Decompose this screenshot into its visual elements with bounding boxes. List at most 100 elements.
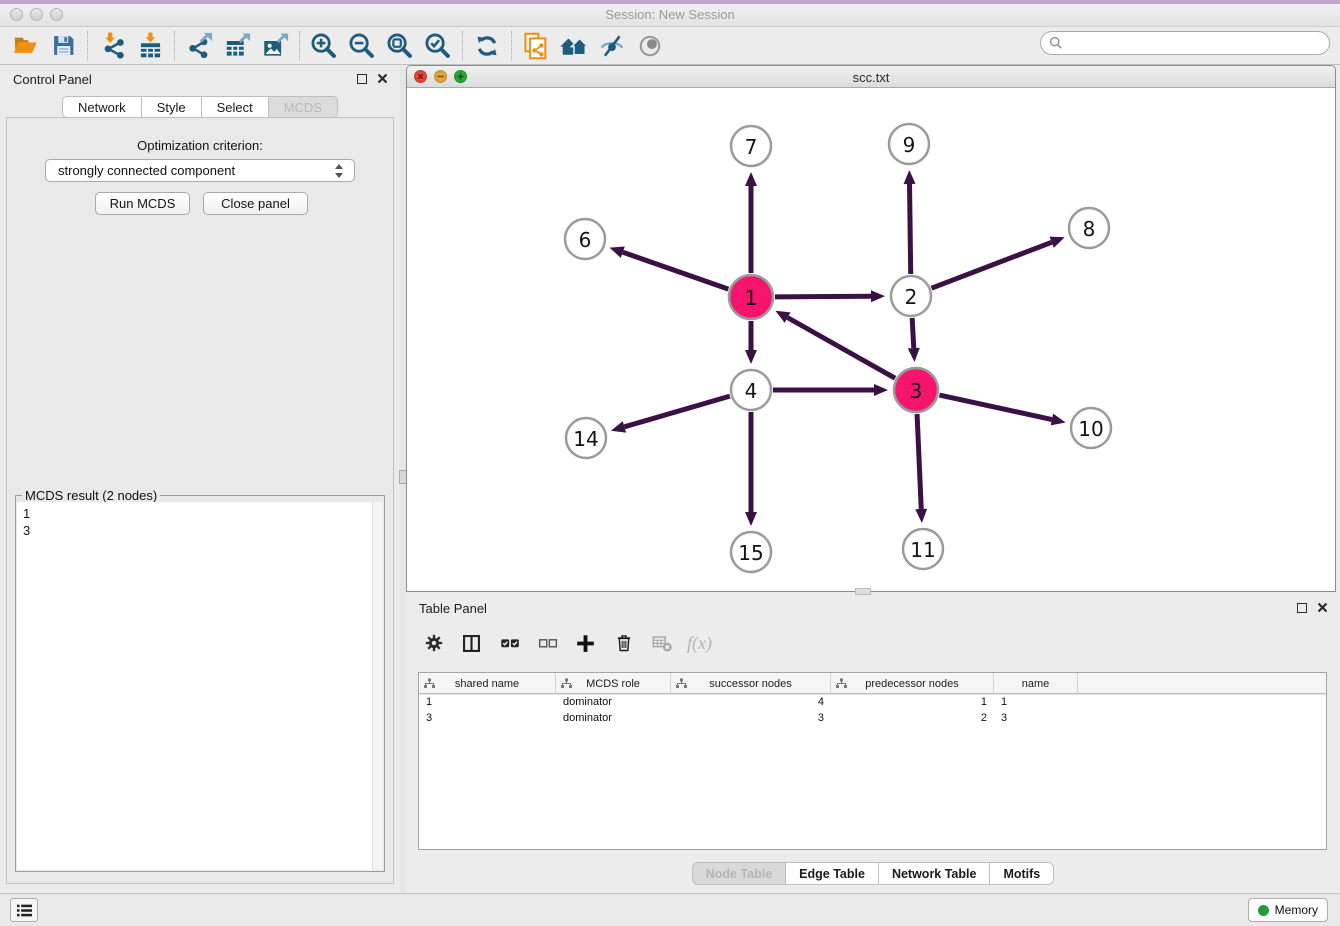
graph-node-15[interactable]: 15 [731, 532, 771, 572]
mcds-result-fieldset: MCDS result (2 nodes) 13 [15, 495, 385, 872]
graph-edge-1-2[interactable] [775, 290, 885, 302]
table-cell[interactable]: 3 [994, 710, 1078, 726]
zoom-selected-icon[interactable] [419, 29, 457, 63]
export-image-icon[interactable] [256, 29, 294, 63]
float-panel-icon[interactable] [357, 74, 367, 84]
table-cell[interactable]: 4 [671, 694, 831, 710]
tab-node-table[interactable]: Node Table [692, 862, 786, 885]
graph-edge-3-1[interactable] [775, 311, 895, 378]
column-header-name[interactable]: name [994, 673, 1078, 694]
show-all-icon[interactable] [631, 29, 669, 63]
graph-node-1[interactable]: 1 [729, 275, 773, 319]
save-session-icon[interactable] [44, 29, 82, 63]
graph-node-6[interactable]: 6 [565, 219, 605, 259]
hide-selected-icon[interactable] [593, 29, 631, 63]
delete-column-icon[interactable] [610, 628, 637, 658]
graph-node-9[interactable]: 9 [889, 124, 929, 164]
criterion-dropdown[interactable]: strongly connected component [45, 159, 355, 182]
graph-edge-2-3[interactable] [908, 318, 920, 362]
graph-edge-2-9[interactable] [904, 170, 916, 274]
column-header-shared-name[interactable]: shared name [419, 673, 556, 694]
graph-edge-2-8[interactable] [932, 237, 1065, 288]
graph-edge-1-7[interactable] [745, 172, 757, 273]
tab-motifs[interactable]: Motifs [990, 862, 1054, 885]
graph-node-10[interactable]: 10 [1071, 408, 1111, 448]
node-table: shared nameMCDS rolesuccessor nodesprede… [418, 672, 1327, 850]
open-file-icon[interactable] [6, 29, 44, 63]
column-header-successor-nodes[interactable]: successor nodes [671, 673, 831, 694]
table-cell[interactable]: 2 [831, 710, 994, 726]
zoom-fit-content-icon[interactable] [381, 29, 419, 63]
network-canvas[interactable]: 1 2 3 4 6 7 8 9 10 11 14 15 [407, 88, 1335, 591]
delete-table-icon[interactable] [648, 628, 675, 658]
memory-button[interactable]: Memory [1248, 898, 1328, 922]
tab-edge-table[interactable]: Edge Table [786, 862, 879, 885]
column-header-predecessor-nodes[interactable]: predecessor nodes [831, 673, 994, 694]
graph-node-7[interactable]: 7 [731, 126, 771, 166]
graph-node-8[interactable]: 8 [1069, 208, 1109, 248]
graph-node-2[interactable]: 2 [891, 276, 931, 316]
table-cell[interactable]: 3 [671, 710, 831, 726]
tab-style[interactable]: Style [142, 96, 202, 118]
task-history-button[interactable] [10, 898, 38, 922]
titlebar: Session: New Session [0, 0, 1340, 27]
tab-mcds[interactable]: MCDS [269, 96, 338, 118]
search-input[interactable] [1068, 34, 1329, 52]
graph-edge-3-11[interactable] [915, 414, 927, 523]
float-table-panel-icon[interactable] [1297, 603, 1307, 613]
show-columns-icon[interactable] [458, 628, 485, 658]
table-header-row: shared nameMCDS rolesuccessor nodesprede… [419, 673, 1326, 694]
export-network-icon[interactable] [180, 29, 218, 63]
first-neighbors-icon[interactable] [555, 29, 593, 63]
memory-status-icon [1258, 905, 1269, 916]
select-all-icon[interactable] [496, 628, 523, 658]
graph-node-11[interactable]: 11 [903, 529, 943, 569]
graph-edge-4-3[interactable] [773, 384, 888, 396]
table-cell[interactable]: 1 [994, 694, 1078, 710]
tab-network[interactable]: Network [62, 96, 142, 118]
table-cell[interactable]: 1 [419, 694, 556, 710]
control-panel-tabs: NetworkStyleSelectMCDS [0, 96, 400, 118]
table-row[interactable]: 3dominator323 [419, 710, 1326, 726]
graph-node-14[interactable]: 14 [566, 418, 606, 458]
deselect-all-icon[interactable] [534, 628, 561, 658]
tab-select[interactable]: Select [202, 96, 269, 118]
svg-text:10: 10 [1078, 417, 1103, 441]
table-cell[interactable]: dominator [556, 710, 671, 726]
main-toolbar [0, 27, 1340, 65]
close-panel-button[interactable]: Close panel [203, 192, 308, 215]
graph-node-4[interactable]: 4 [731, 370, 771, 410]
column-header-MCDS-role[interactable]: MCDS role [556, 673, 671, 694]
mcds-result-list[interactable]: 13 [17, 502, 383, 870]
table-cell[interactable]: 3 [419, 710, 556, 726]
optimization-criterion-label: Optimization criterion: [7, 138, 393, 153]
graph-edge-4-15[interactable] [745, 412, 757, 526]
table-row[interactable]: 1dominator411 [419, 694, 1326, 710]
table-tabs: Node TableEdge TableNetwork TableMotifs [406, 862, 1340, 885]
svg-text:9: 9 [903, 133, 916, 157]
graph-edge-3-10[interactable] [939, 395, 1065, 425]
create-column-icon[interactable] [572, 628, 599, 658]
graph-edge-4-14[interactable] [611, 396, 730, 432]
tab-network-table[interactable]: Network Table [879, 862, 991, 885]
horizontal-splitter-grip[interactable] [855, 588, 871, 595]
result-scrollbar[interactable] [372, 502, 383, 870]
import-table-icon[interactable] [131, 29, 169, 63]
table-cell[interactable]: 1 [831, 694, 994, 710]
import-network-icon[interactable] [93, 29, 131, 63]
table-mode-gear-icon[interactable] [420, 628, 447, 658]
function-builder-icon[interactable]: f(x) [686, 628, 713, 658]
graph-edge-1-6[interactable] [610, 247, 729, 290]
zoom-out-icon[interactable] [343, 29, 381, 63]
close-table-panel-icon[interactable] [1317, 602, 1328, 613]
zoom-in-icon[interactable] [305, 29, 343, 63]
export-table-icon[interactable] [218, 29, 256, 63]
refresh-view-icon[interactable] [468, 29, 506, 63]
table-panel: Table Panel [406, 594, 1340, 893]
graph-edge-1-4[interactable] [745, 321, 757, 364]
graph-node-3[interactable]: 3 [894, 368, 938, 412]
new-network-from-selection-icon[interactable] [517, 29, 555, 63]
table-cell[interactable]: dominator [556, 694, 671, 710]
close-panel-icon[interactable] [377, 73, 388, 84]
run-mcds-button[interactable]: Run MCDS [95, 192, 190, 215]
